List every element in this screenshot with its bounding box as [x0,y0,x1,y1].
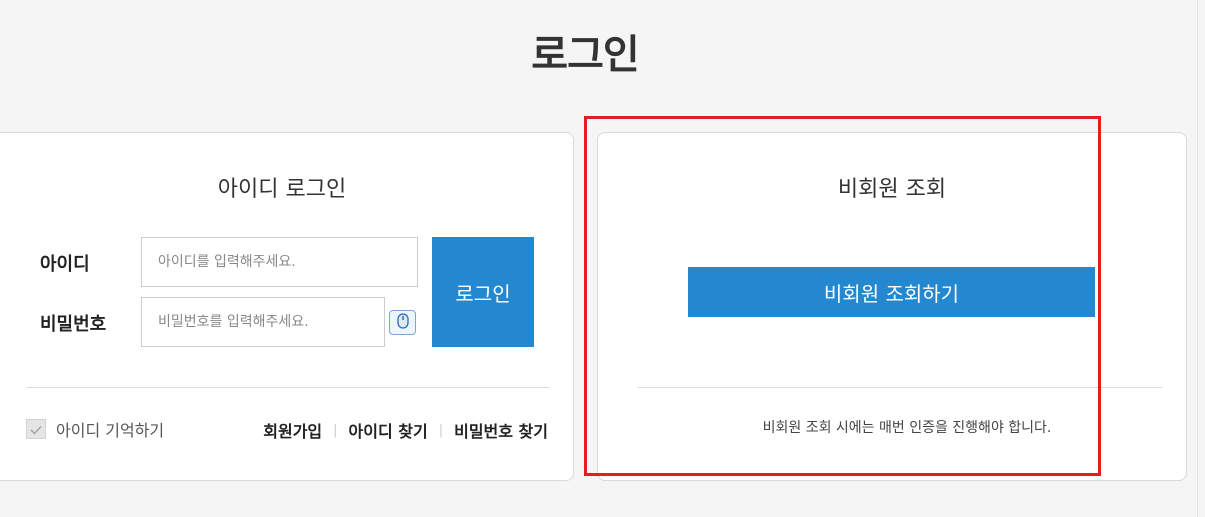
check-icon [30,420,42,439]
virtual-keyboard-button[interactable] [389,310,416,335]
guest-lookup-note: 비회원 조회 시에는 매번 인증을 진행해야 합니다. [762,420,1052,436]
signup-link[interactable]: 회원가입 [263,418,322,442]
find-id-link[interactable]: 아이디 찾기 [349,418,428,442]
divider [26,387,550,388]
password-label: 비밀번호 [40,314,107,335]
remember-id[interactable]: 아이디 기억하기 [26,417,164,441]
account-links: 회원가입 | 아이디 찾기 | 비밀번호 찾기 [263,418,548,442]
divider [638,387,1162,388]
id-label: 아이디 [40,254,90,275]
member-login-panel: 아이디 로그인 아이디 비밀번호 로그인 아이디 기억하기 회원가입 | 아이디… [0,132,574,481]
remember-checkbox[interactable] [26,419,46,439]
guest-lookup-heading: 비회원 조회 [837,177,947,202]
link-separator: | [438,422,444,438]
link-separator: | [333,422,338,438]
guest-lookup-panel: 비회원 조회 비회원 조회하기 비회원 조회 시에는 매번 인증을 진행해야 합… [597,132,1187,481]
scrollbar-track [1197,0,1205,517]
id-input[interactable] [141,237,418,287]
login-button[interactable]: 로그인 [432,237,534,347]
guest-lookup-button[interactable]: 비회원 조회하기 [688,267,1095,317]
member-login-heading: 아이디 로그인 [217,177,347,202]
mouse-icon [396,312,409,333]
page-title: 로그인 [531,32,639,78]
find-password-link[interactable]: 비밀번호 찾기 [454,418,548,442]
password-input[interactable] [141,297,385,347]
remember-label: 아이디 기억하기 [56,421,165,440]
